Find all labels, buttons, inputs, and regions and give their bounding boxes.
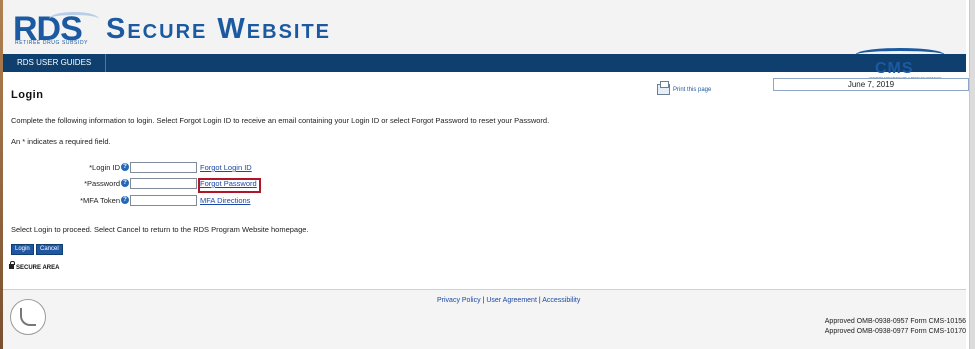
rds-logo-swoosh — [49, 12, 99, 26]
mfa-directions-link[interactable]: MFA Directions — [200, 195, 250, 207]
login-button[interactable]: Login — [11, 244, 34, 255]
site-footer: Privacy Policy | User Agreement | Access… — [3, 289, 966, 349]
forgot-password-highlight-box — [198, 178, 261, 193]
required-field-note: An * indicates a required field. — [11, 137, 111, 146]
nav-item-rds-user-guides[interactable]: RDS USER GUIDES — [3, 54, 107, 72]
lock-icon — [9, 261, 15, 269]
login-instructions: Complete the following information to lo… — [11, 116, 550, 125]
form-row-login-id: *Login ID ? Forgot Login ID — [3, 162, 403, 174]
footer-links: Privacy Policy | User Agreement | Access… — [437, 297, 580, 304]
hhs-logo — [10, 299, 46, 335]
help-icon[interactable]: ? — [121, 196, 129, 204]
cms-logo: CMS CENTERS FOR MEDICARE & MEDICAID SERV… — [855, 46, 945, 80]
cancel-button[interactable]: Cancel — [36, 244, 63, 255]
footer-separator: | — [482, 297, 485, 304]
login-id-input[interactable] — [130, 162, 197, 173]
forgot-login-id-link[interactable]: Forgot Login ID — [200, 162, 252, 174]
help-icon[interactable]: ? — [121, 179, 129, 187]
user-agreement-link[interactable]: User Agreement — [486, 297, 537, 304]
nav-bar: RDS USER GUIDES — [3, 54, 966, 72]
hhs-eagle-icon — [20, 308, 36, 326]
password-label: *Password — [84, 179, 120, 188]
proceed-instructions: Select Login to proceed. Select Cancel t… — [11, 225, 309, 234]
secure-area-text: SECURE AREA — [16, 265, 60, 271]
window-frame-right — [969, 0, 975, 349]
login-id-label: *Login ID — [89, 163, 120, 172]
footer-separator: | — [538, 297, 541, 304]
help-icon[interactable]: ? — [121, 163, 129, 171]
mfa-token-input[interactable] — [130, 195, 197, 206]
site-header: RDS RETIREE DRUG SUBSIDY Secure Website — [3, 0, 966, 54]
print-page-label: Print this page — [673, 87, 712, 94]
print-icon — [657, 81, 670, 95]
form-row-mfa-token: *MFA Token ? MFA Directions — [3, 195, 403, 207]
secure-area-label: SECURE AREA — [9, 261, 60, 271]
privacy-policy-link[interactable]: Privacy Policy — [437, 297, 481, 304]
page-title: Login — [11, 89, 44, 101]
current-date: June 7, 2019 — [773, 78, 969, 91]
page: RDS RETIREE DRUG SUBSIDY Secure Website … — [3, 0, 969, 349]
accessibility-link[interactable]: Accessibility — [542, 297, 580, 304]
omb-approval-line: Approved OMB-0938-0977 Form CMS-10170 — [824, 328, 966, 335]
print-page-link[interactable]: Print this page — [657, 81, 712, 95]
site-title: Secure Website — [106, 13, 332, 45]
rds-logo-subtitle: RETIREE DRUG SUBSIDY — [15, 40, 89, 46]
password-input[interactable] — [130, 178, 197, 189]
omb-approval-line: Approved OMB-0938-0957 Form CMS-10156 — [824, 318, 966, 325]
mfa-token-label: *MFA Token — [80, 196, 120, 205]
